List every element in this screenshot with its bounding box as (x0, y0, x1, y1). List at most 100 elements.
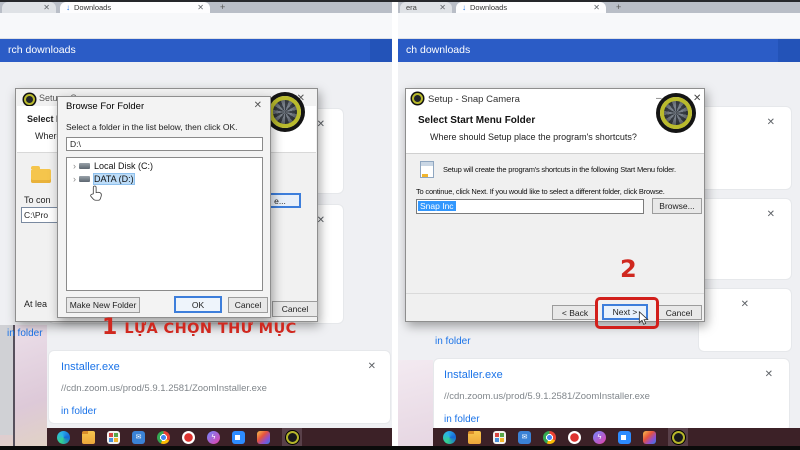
at-least-text: At lea (24, 299, 48, 309)
download-card: ✕ (698, 198, 792, 280)
annotation-highlight-box (595, 297, 659, 329)
mouse-cursor-icon (638, 311, 649, 325)
remove-download-icon[interactable]: ✕ (767, 209, 775, 220)
annotation-number: 2 (620, 255, 637, 283)
file-explorer-icon[interactable] (468, 430, 481, 444)
destination-path-value: C:\Pro (24, 210, 49, 220)
photos-icon[interactable] (643, 430, 656, 444)
media-app-icon[interactable] (568, 430, 581, 444)
cancel-button[interactable]: Cancel (656, 305, 702, 320)
installer-logo (660, 97, 692, 129)
cancel-button[interactable]: Cancel (272, 301, 318, 317)
mail-icon[interactable]: ✉ (132, 430, 145, 444)
cancel-button-label: Cancel (281, 304, 309, 314)
annotation-step-1: 1 LỰA CHỌN THƯ MỤC (102, 317, 297, 339)
browse-button[interactable]: Browse... (652, 198, 702, 214)
remove-download-icon[interactable]: ✕ (741, 299, 749, 310)
minimize-icon[interactable]: – (656, 93, 662, 104)
download-icon: ↓ (462, 2, 466, 12)
browser-toolbar (398, 13, 800, 39)
download-file-link[interactable]: Installer.exe (444, 369, 503, 381)
zoom-icon[interactable] (232, 430, 245, 444)
chevron-icon[interactable]: › (73, 174, 76, 184)
make-new-folder-button[interactable]: Make New Folder (66, 297, 140, 313)
messenger-icon[interactable]: ϟ (593, 430, 606, 444)
tab-downloads[interactable]: ↓ Downloads ✕ (60, 2, 210, 13)
tab-partial[interactable]: ✕ (2, 2, 56, 13)
to-continue-text: To con (24, 195, 51, 205)
snap-camera-icon (671, 430, 685, 444)
show-in-folder-link[interactable]: in folder (7, 328, 43, 339)
close-icon[interactable]: ✕ (254, 100, 262, 111)
remove-download-icon[interactable]: ✕ (765, 369, 773, 380)
tree-item-local-disk[interactable]: › Local Disk (C:) (73, 161, 153, 171)
setup-app-icon (412, 93, 423, 104)
mail-icon[interactable]: ✉ (518, 430, 531, 444)
right-screenshot-panel: era ✕ ↓ Downloads ✕ + ch downloads ✕ ✕ ✕ (398, 0, 800, 450)
desktop-background (0, 325, 47, 450)
drive-icon (79, 175, 90, 182)
chevron-icon[interactable]: › (73, 161, 76, 171)
browse-for-folder-dialog: Browse For Folder ✕ Select a folder in t… (57, 96, 271, 318)
tab-downloads-label: Downloads (470, 3, 508, 12)
zoom-icon[interactable] (618, 430, 631, 444)
store-icon[interactable] (107, 430, 120, 444)
chrome-icon[interactable] (543, 430, 556, 444)
tab-close-icon[interactable]: ✕ (197, 3, 204, 12)
dialog-title-bar[interactable]: Setup - Snap Camera – □ ✕ (406, 89, 704, 109)
hand-cursor-icon (90, 185, 102, 201)
download-card-installer: Installer.exe ✕ //cdn.zoom.us/prod/5.9.1… (48, 350, 391, 424)
download-file-link[interactable]: Installer.exe (61, 361, 120, 373)
tab-close-icon[interactable]: ✕ (439, 3, 446, 12)
snap-camera-taskbar-active[interactable] (282, 428, 302, 446)
downloads-search-bar[interactable]: rch downloads (0, 39, 392, 62)
new-tab-icon[interactable]: + (220, 2, 225, 12)
taskbar[interactable]: ✉ ϟ (47, 428, 392, 446)
downloads-search-bar[interactable]: ch downloads (398, 39, 800, 62)
messenger-icon[interactable]: ϟ (207, 430, 220, 444)
taskbar[interactable]: ✉ ϟ (433, 428, 800, 446)
start-menu-folder-field[interactable]: Snap Inc (416, 199, 644, 214)
tab-close-icon[interactable]: ✕ (43, 3, 50, 12)
show-in-folder-link[interactable]: in folder (435, 336, 471, 347)
tree-item-data-drive[interactable]: › DATA (D:) (73, 173, 135, 185)
tab-partial-label: era (406, 3, 417, 12)
edge-icon[interactable] (443, 430, 456, 444)
desktop-background (398, 360, 433, 450)
browser-toolbar (0, 13, 392, 39)
new-tab-icon[interactable]: + (616, 2, 621, 12)
dialog-instruction: Select a folder in the list below, then … (66, 122, 238, 132)
show-in-folder-link[interactable]: in folder (61, 406, 97, 417)
back-button[interactable]: < Back (552, 305, 598, 320)
show-in-folder-link[interactable]: in folder (444, 414, 480, 425)
photos-icon[interactable] (257, 430, 270, 444)
folder-path-field[interactable]: D:\ (66, 137, 263, 151)
tab-downloads-label: Downloads (74, 3, 112, 12)
snap-camera-taskbar-active[interactable] (668, 428, 688, 446)
annotation-number: 1 (102, 315, 118, 340)
file-explorer-icon[interactable] (82, 430, 95, 444)
tab-close-icon[interactable]: ✕ (593, 3, 600, 12)
tab-downloads[interactable]: ↓ Downloads ✕ (456, 2, 606, 13)
chrome-icon[interactable] (157, 430, 170, 444)
start-menu-folder-icon (420, 161, 434, 178)
make-new-folder-label: Make New Folder (69, 300, 137, 310)
tutorial-screenshot: ✕ ↓ Downloads ✕ + rch downloads ✕ ✕ in f… (0, 0, 800, 450)
media-app-icon[interactable] (182, 430, 195, 444)
tab-partial[interactable]: era ✕ (400, 2, 452, 13)
browse-button-label: e... (274, 195, 286, 206)
snap-camera-setup-dialog: Setup - Snap Camera – □ ✕ Select Start M… (405, 88, 705, 329)
close-icon[interactable]: ✕ (693, 93, 701, 104)
remove-download-icon[interactable]: ✕ (767, 117, 775, 128)
installer-logo (269, 96, 301, 128)
ok-button[interactable]: OK (174, 296, 222, 313)
snap-camera-icon (285, 430, 299, 444)
cancel-button-label: Cancel (665, 307, 693, 318)
edge-icon[interactable] (57, 430, 70, 444)
remove-download-icon[interactable]: ✕ (368, 361, 376, 372)
cancel-button[interactable]: Cancel (228, 297, 268, 313)
store-icon[interactable] (493, 430, 506, 444)
search-downloads-text: ch downloads (406, 44, 471, 56)
download-card: ✕ (698, 106, 792, 190)
left-screenshot-panel: ✕ ↓ Downloads ✕ + rch downloads ✕ ✕ in f… (0, 0, 392, 450)
